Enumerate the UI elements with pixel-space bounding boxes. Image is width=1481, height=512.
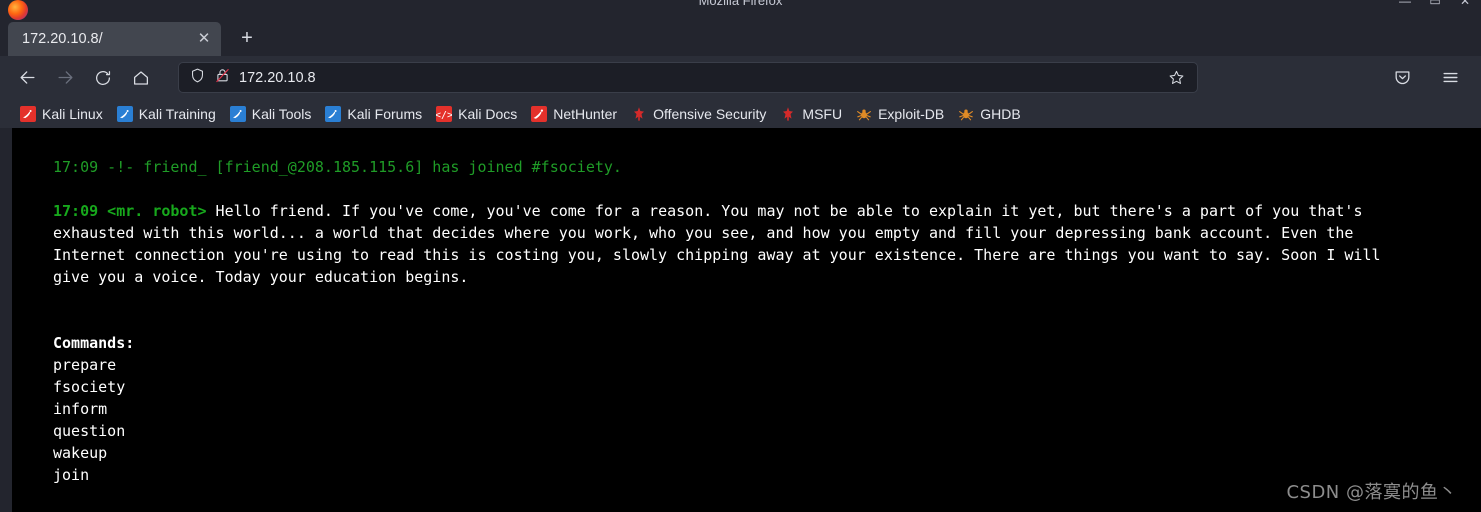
tab-title: 172.20.10.8/ bbox=[22, 31, 103, 47]
page-left-gutter bbox=[0, 128, 12, 512]
bookmark-label: Kali Training bbox=[138, 105, 216, 122]
bookmark-kali-docs[interactable]: </> Kali Docs bbox=[430, 104, 525, 124]
msfu-icon bbox=[783, 106, 794, 121]
window-titlebar: Mozilla Firefox — ▭ ✕ bbox=[0, 0, 1481, 14]
bookmark-label: NetHunter bbox=[553, 105, 618, 122]
exploitdb-spider-icon bbox=[857, 109, 872, 120]
window-title: Mozilla Firefox bbox=[698, 0, 783, 8]
url-bar[interactable]: 172.20.10.8 bbox=[178, 62, 1198, 93]
close-button[interactable]: ✕ bbox=[1459, 0, 1471, 7]
shield-icon[interactable] bbox=[189, 67, 206, 89]
commands-heading: Commands: bbox=[53, 334, 135, 352]
back-arrow-icon[interactable] bbox=[10, 62, 44, 94]
irc-join-line: 17:09 -!- friend_ [friend_@208.185.115.6… bbox=[53, 158, 622, 176]
browser-tab-active[interactable]: 172.20.10.8/ ✕ bbox=[8, 22, 221, 56]
bookmark-label: Kali Forums bbox=[347, 105, 423, 122]
kali-forums-icon bbox=[325, 105, 342, 122]
tab-strip: 172.20.10.8/ ✕ + bbox=[0, 0, 1481, 56]
command-item[interactable]: wakeup bbox=[53, 442, 1452, 464]
irc-message: 17:09 <mr. robot> Hello friend. If you'v… bbox=[53, 200, 1424, 288]
bookmark-label: GHDB bbox=[980, 105, 1021, 122]
firefox-logo-icon bbox=[8, 0, 28, 20]
watermark: CSDN @落寞的鱼丶 bbox=[1286, 482, 1457, 503]
bookmark-kali-forums[interactable]: Kali Forums bbox=[319, 104, 430, 124]
bookmark-label: Kali Tools bbox=[251, 105, 312, 122]
bookmark-msfu[interactable]: MSFU bbox=[774, 104, 850, 124]
bookmark-ghdb[interactable]: GHDB bbox=[952, 104, 1028, 124]
bookmark-label: MSFU bbox=[802, 105, 843, 122]
page-content: 17:09 -!- friend_ [friend_@208.185.115.6… bbox=[12, 128, 1452, 512]
bookmark-label: Exploit-DB bbox=[878, 105, 945, 122]
lock-crossed-out-icon[interactable] bbox=[214, 67, 231, 89]
irc-message-prefix: 17:09 <mr. robot> bbox=[53, 202, 207, 220]
kali-training-icon bbox=[116, 105, 133, 122]
home-icon[interactable] bbox=[124, 62, 158, 94]
bookmark-kali-training[interactable]: Kali Training bbox=[111, 104, 224, 124]
bookmark-label: Kali Docs bbox=[458, 105, 518, 122]
reload-icon[interactable] bbox=[86, 62, 120, 94]
command-item[interactable]: join bbox=[53, 464, 1452, 486]
star-icon[interactable] bbox=[1163, 65, 1189, 91]
page-viewport: 17:09 -!- friend_ [friend_@208.185.115.6… bbox=[0, 128, 1481, 512]
command-item[interactable]: inform bbox=[53, 398, 1452, 420]
bookmark-label: Offensive Security bbox=[653, 105, 767, 122]
pocket-save-icon[interactable] bbox=[1385, 62, 1419, 94]
url-text[interactable]: 172.20.10.8 bbox=[239, 70, 1155, 86]
window-controls: — ▭ ✕ bbox=[1399, 0, 1471, 7]
minimize-button[interactable]: — bbox=[1399, 0, 1411, 7]
bookmark-label: Kali Linux bbox=[42, 105, 103, 122]
bookmark-kali-tools[interactable]: Kali Tools bbox=[224, 104, 320, 124]
command-item[interactable]: question bbox=[53, 420, 1452, 442]
bookmarks-bar: Kali Linux Kali Training Kali Tools Kali… bbox=[0, 99, 1481, 128]
forward-arrow-icon bbox=[48, 62, 82, 94]
kali-dragon-icon bbox=[20, 105, 36, 122]
close-icon[interactable]: ✕ bbox=[195, 30, 213, 48]
hamburger-menu-icon[interactable] bbox=[1433, 62, 1467, 94]
bookmark-offensive-security[interactable]: Offensive Security bbox=[625, 104, 774, 124]
bookmark-nethunter[interactable]: NetHunter bbox=[525, 104, 625, 124]
bookmark-kali-linux[interactable]: Kali Linux bbox=[14, 104, 111, 124]
nethunter-icon bbox=[531, 105, 548, 122]
browser-window: Mozilla Firefox — ▭ ✕ 172.20.10.8/ ✕ + 1… bbox=[0, 0, 1481, 512]
offsec-icon bbox=[634, 106, 645, 121]
ghdb-spider-icon bbox=[959, 109, 974, 120]
maximize-button[interactable]: ▭ bbox=[1429, 0, 1441, 7]
navigation-toolbar: 172.20.10.8 bbox=[0, 56, 1481, 99]
svg-text:</>: </> bbox=[436, 110, 452, 121]
new-tab-button[interactable]: + bbox=[233, 25, 261, 53]
page-right-gutter bbox=[1452, 128, 1481, 512]
command-item[interactable]: prepare bbox=[53, 354, 1452, 376]
kali-tools-icon bbox=[229, 105, 246, 122]
command-item[interactable]: fsociety bbox=[53, 376, 1452, 398]
kali-docs-icon: </> bbox=[436, 105, 453, 122]
bookmark-exploit-db[interactable]: Exploit-DB bbox=[850, 104, 952, 124]
irc-message-body: Hello friend. If you've come, you've com… bbox=[53, 202, 1381, 286]
toolbar-right-icons bbox=[1385, 62, 1471, 94]
